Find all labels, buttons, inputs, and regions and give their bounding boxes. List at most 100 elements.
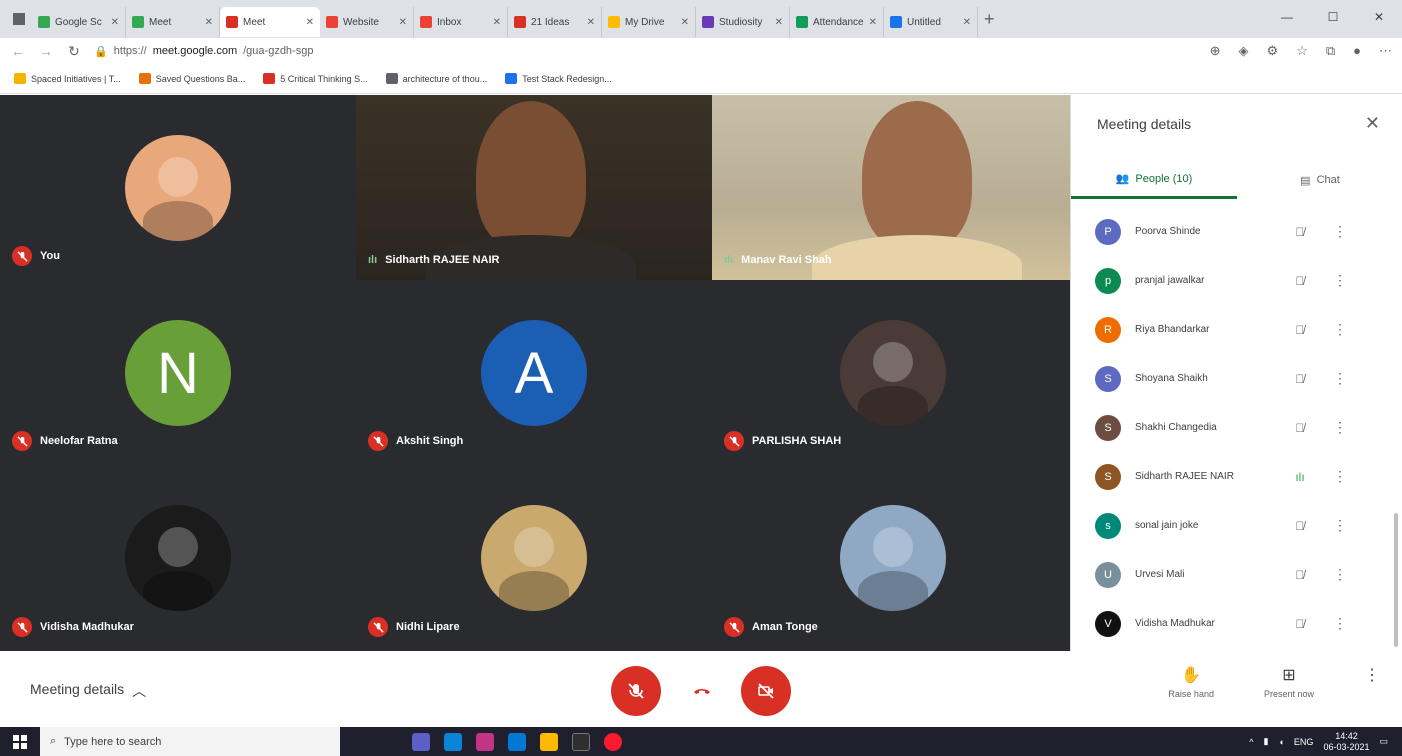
microphone-toggle-button[interactable] [611, 666, 661, 716]
participant-row[interactable]: p pranjal jawalkar 🎙̸ ⋮ [1071, 256, 1389, 305]
input-lang[interactable]: ENG [1294, 737, 1314, 747]
participant-row[interactable]: S Shoyana Shaikh 🎙̸ ⋮ [1071, 354, 1389, 403]
profile-avatar-icon[interactable]: ● [1353, 43, 1361, 59]
volume-icon[interactable]: ◖ [1278, 737, 1283, 747]
shield-icon[interactable]: ◈ [1239, 43, 1249, 59]
close-window-button[interactable]: ✕ [1356, 0, 1402, 38]
mic-muted-icon[interactable]: 🎙̸ [1289, 519, 1311, 533]
close-tab-icon[interactable]: ✕ [775, 17, 783, 28]
close-tab-icon[interactable]: ✕ [587, 17, 595, 28]
close-tab-icon[interactable]: ✕ [205, 17, 213, 28]
participant-row[interactable]: V Vidisha Madhukar 🎙̸ ⋮ [1071, 599, 1389, 648]
notifications-icon[interactable]: ▭ [1379, 736, 1388, 747]
browser-tab[interactable]: Google Sc ✕ [32, 7, 126, 37]
browser-tab[interactable]: My Drive ✕ [602, 7, 696, 37]
bookmark-item[interactable]: 5 Critical Thinking S... [263, 73, 368, 84]
new-tab-button[interactable]: + [984, 9, 995, 30]
favorite-star-icon[interactable]: ☆ [1296, 43, 1308, 59]
forward-icon[interactable]: → [38, 43, 54, 59]
browser-tab[interactable]: Inbox ✕ [414, 7, 508, 37]
leave-call-button[interactable] [677, 666, 727, 716]
participant-more-icon[interactable]: ⋮ [1333, 517, 1347, 534]
participant-more-icon[interactable]: ⋮ [1333, 615, 1347, 632]
participant-row[interactable]: S Shakhi Changedia 🎙̸ ⋮ [1071, 403, 1389, 452]
more-menu-icon[interactable]: ⋯ [1379, 43, 1392, 59]
camera-toggle-button[interactable] [741, 666, 791, 716]
tab-people[interactable]: 👥 People (10) [1071, 161, 1237, 199]
participant-more-icon[interactable]: ⋮ [1333, 223, 1347, 240]
mic-muted-icon[interactable]: 🎙̸ [1289, 568, 1311, 582]
participant-list-scrollbar[interactable] [1394, 513, 1398, 647]
participant-row[interactable]: R Riya Bhandarkar 🎙̸ ⋮ [1071, 305, 1389, 354]
participant-tile[interactable]: Nidhi Lipare [356, 465, 712, 651]
close-tab-icon[interactable]: ✕ [399, 17, 407, 28]
browser-tab[interactable]: Meet ✕ [220, 7, 320, 37]
more-options-button[interactable]: ⋮ [1364, 665, 1380, 685]
mic-muted-icon[interactable]: 🎙̸ [1289, 323, 1311, 337]
bookmark-item[interactable]: Spaced Initiatives | T... [14, 73, 121, 84]
vscode-icon[interactable] [508, 732, 526, 751]
url-field[interactable]: 🔒 https:// meet.google.com/gua-gzdh-sgp [94, 45, 313, 58]
close-tab-icon[interactable]: ✕ [493, 17, 501, 28]
browser-tab[interactable]: Website ✕ [320, 7, 414, 37]
close-tab-icon[interactable]: ✕ [869, 17, 877, 28]
present-now-button[interactable]: ⊞ Present now [1264, 665, 1314, 699]
participant-row[interactable]: s sonal jain joke 🎙̸ ⋮ [1071, 501, 1389, 550]
participant-tile[interactable]: A Akshit Singh [356, 280, 712, 465]
speaking-indicator-icon[interactable]: ılı [1289, 470, 1311, 484]
bookmark-item[interactable]: architecture of thou... [385, 73, 487, 84]
browser-tab[interactable]: Meet ✕ [126, 7, 220, 37]
participant-row[interactable]: P Poorva Shinde 🎙̸ ⋮ [1071, 207, 1389, 256]
participant-more-icon[interactable]: ⋮ [1333, 468, 1347, 485]
back-icon[interactable]: ← [10, 43, 26, 59]
participant-tile[interactable]: Aman Tonge [712, 465, 1070, 651]
close-panel-icon[interactable]: ✕ [1365, 113, 1380, 134]
participant-tile[interactable]: PARLISHA SHAH [712, 280, 1070, 465]
meeting-details-button[interactable]: Meeting details ︿ [30, 681, 146, 701]
browser-tab[interactable]: Studiosity ✕ [696, 7, 790, 37]
browser-tab[interactable]: Untitled ✕ [884, 7, 978, 37]
mic-muted-icon[interactable]: 🎙̸ [1289, 617, 1311, 631]
raise-hand-button[interactable]: ✋ Raise hand [1168, 665, 1214, 699]
participant-more-icon[interactable]: ⋮ [1333, 419, 1347, 436]
tray-chevron-icon[interactable]: ^ [1249, 737, 1253, 747]
close-tab-icon[interactable]: ✕ [111, 17, 119, 28]
teams-icon[interactable] [412, 732, 430, 751]
collections-icon[interactable]: ⧉ [1326, 43, 1335, 59]
participant-more-icon[interactable]: ⋮ [1333, 272, 1347, 289]
taskbar-search-box[interactable]: ⌕ Type here to search [40, 727, 340, 756]
participant-more-icon[interactable]: ⋮ [1333, 370, 1347, 387]
bookmark-item[interactable]: Test Stack Redesign... [505, 73, 612, 84]
close-tab-icon[interactable]: ✕ [681, 17, 689, 28]
mic-muted-icon[interactable]: 🎙̸ [1289, 372, 1311, 386]
mic-muted-icon[interactable]: 🎙̸ [1289, 274, 1311, 288]
file-explorer-icon[interactable] [540, 732, 558, 751]
browser-tab[interactable]: Attendance ✕ [790, 7, 884, 37]
extensions-icon[interactable]: ⊕ [1210, 43, 1221, 59]
participant-row[interactable]: U Urvesi Mali 🎙̸ ⋮ [1071, 550, 1389, 599]
opera-icon[interactable] [604, 732, 622, 751]
maximize-button[interactable]: ☐ [1310, 0, 1356, 38]
clock[interactable]: 14:42 06-03-2021 [1323, 731, 1369, 753]
tab-chat[interactable]: ▤ Chat [1237, 161, 1402, 199]
window-menu-icon[interactable] [6, 6, 32, 32]
participant-more-icon[interactable]: ⋮ [1333, 321, 1347, 338]
participant-tile[interactable]: You [0, 95, 356, 280]
participant-tile[interactable]: N Neelofar Ratna [0, 280, 356, 465]
browser-tab[interactable]: 21 Ideas ✕ [508, 7, 602, 37]
reload-icon[interactable]: ↻ [66, 43, 82, 60]
participant-row[interactable]: S Sidharth RAJEE NAIR ılı ⋮ [1071, 452, 1389, 501]
settings-icon[interactable]: ⚙ [1267, 43, 1279, 59]
participant-tile[interactable]: Vidisha Madhukar [0, 465, 356, 651]
app-icon[interactable] [476, 732, 494, 751]
close-tab-icon[interactable]: ✕ [306, 17, 314, 28]
edge-icon[interactable] [444, 732, 462, 751]
participant-tile[interactable]: ılı Sidharth RAJEE NAIR [356, 95, 712, 280]
close-tab-icon[interactable]: ✕ [963, 17, 971, 28]
mic-muted-icon[interactable]: 🎙̸ [1289, 421, 1311, 435]
minimize-button[interactable]: — [1264, 0, 1310, 38]
app2-icon[interactable] [572, 732, 590, 751]
bookmark-item[interactable]: Saved Questions Ba... [138, 73, 245, 84]
network-icon[interactable]: ▮ [1264, 736, 1269, 747]
start-button[interactable] [0, 727, 40, 756]
